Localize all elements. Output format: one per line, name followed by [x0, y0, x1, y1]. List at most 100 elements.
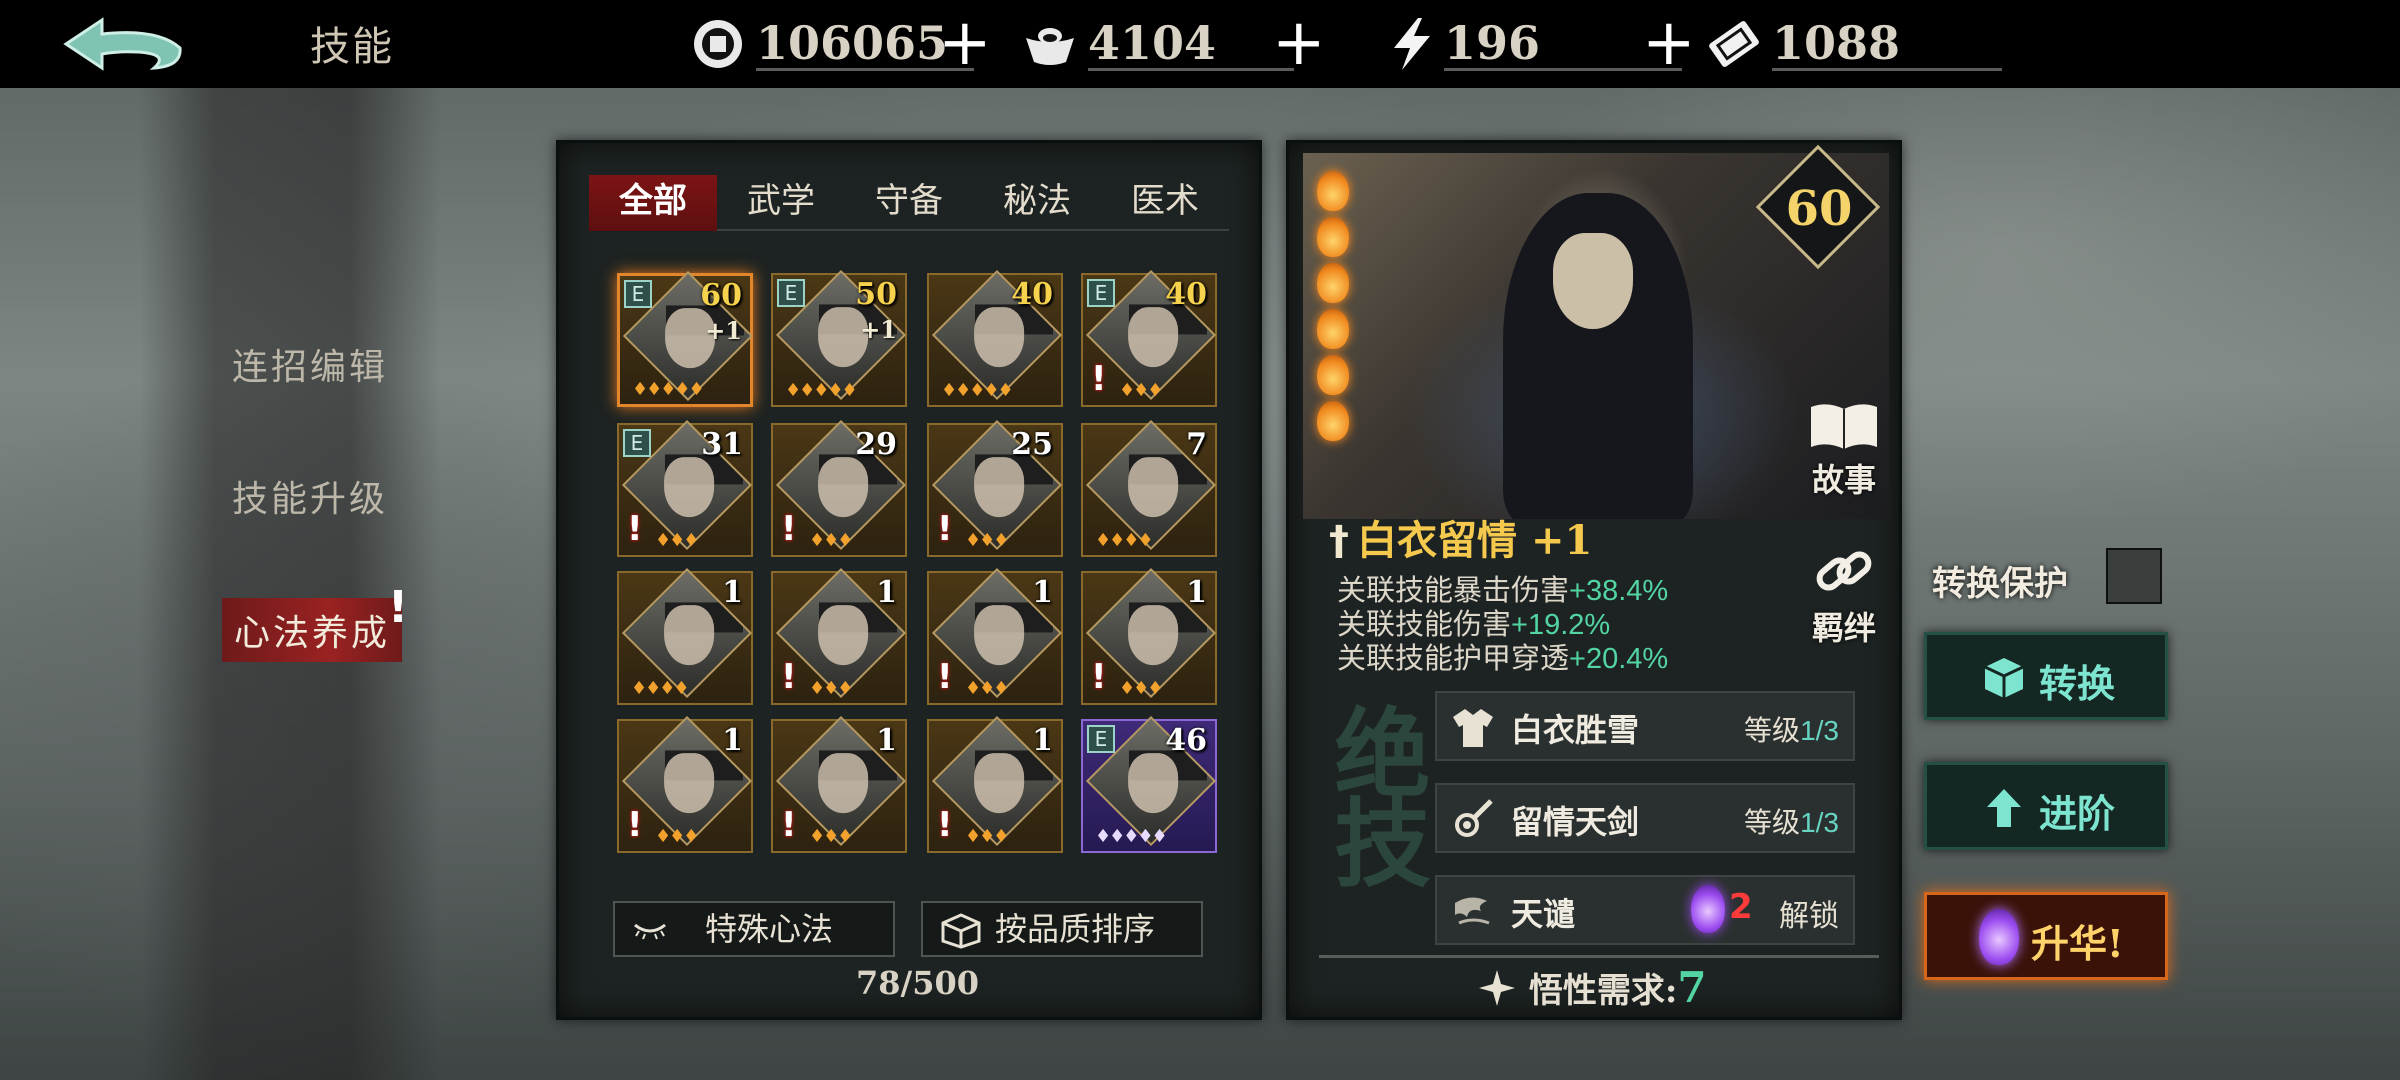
card-flames: ♦♦♦	[809, 826, 853, 847]
xinfa-card[interactable]: 60 +1 E ♦♦♦♦♦	[617, 270, 754, 407]
unlock-cost: 2	[1729, 887, 1753, 927]
tab-all[interactable]: 全部	[589, 175, 717, 231]
tab-martial[interactable]: 武学	[717, 175, 845, 231]
sub-skill-row[interactable]: 留情天剑 等级1/3	[1435, 783, 1855, 853]
convert-button[interactable]: 转换	[1924, 632, 2168, 720]
sub-skill-name: 白衣胜雪	[1511, 711, 1640, 749]
card-flames: ♦♦♦	[655, 530, 699, 551]
xinfa-list-panel: 全部 武学 守备 秘法 医术 60 +1 E ♦♦♦♦♦ 50 +1 E ♦♦♦♦♦ 40 ♦♦♦…	[556, 140, 1262, 1020]
flame-icon	[1317, 263, 1349, 303]
purple-gem-icon	[1691, 885, 1725, 933]
card-alert-icon: !	[1091, 657, 1107, 697]
sub-skill-level: 等级1/3	[1744, 715, 1839, 746]
sword-spin-icon	[1455, 799, 1493, 837]
card-flames: ♦♦♦♦♦	[632, 379, 705, 400]
nav-skill-upgrade[interactable]: 技能升级	[232, 470, 388, 522]
xinfa-card[interactable]: 7 ♦♦♦♦	[1081, 419, 1217, 557]
card-level: 40	[1165, 277, 1207, 312]
card-flames: ♦♦♦♦♦	[785, 380, 858, 401]
xinfa-card[interactable]: 1 ♦♦♦!	[771, 715, 907, 853]
card-flames: ♦♦♦	[965, 826, 1009, 847]
card-plus: +1	[705, 316, 742, 345]
xinfa-card[interactable]: 1 ♦♦♦♦	[617, 567, 753, 705]
tab-secret[interactable]: 秘法	[973, 175, 1101, 231]
card-level: 29	[855, 427, 897, 462]
flame-icon	[1317, 355, 1349, 395]
card-flames: ♦♦♦	[809, 678, 853, 699]
card-alert-icon: !	[937, 509, 953, 549]
up-arrow-icon	[1987, 789, 2021, 827]
ascend-button[interactable]: 升华!	[1924, 892, 2168, 980]
card-alert-icon: !	[1091, 359, 1107, 399]
closed-eye-icon	[634, 923, 666, 940]
xinfa-name: † 白衣留情 +1	[1329, 508, 1592, 566]
xinfa-card[interactable]: 1 ♦♦♦!	[927, 567, 1063, 705]
card-level: 60	[700, 278, 742, 313]
card-flames: ♦♦♦	[965, 530, 1009, 551]
lightning-icon	[1394, 18, 1430, 70]
ascend-label: 升华!	[2031, 921, 2124, 966]
nav-combo-edit[interactable]: 连招编辑	[232, 338, 388, 390]
card-level: 25	[1011, 427, 1053, 462]
convert-protect-label: 转换保护	[1932, 564, 2068, 604]
convert-protect-checkbox[interactable]	[2106, 548, 2162, 604]
card-level: 1	[722, 723, 743, 758]
wave-icon	[1455, 897, 1490, 925]
tab-medicine[interactable]: 医术	[1101, 175, 1229, 231]
sub-skill-name: 留情天剑	[1511, 803, 1640, 841]
sub-skill-row-locked[interactable]: 天谴 2 解锁	[1435, 875, 1855, 945]
card-alert-icon: !	[937, 805, 953, 845]
tab-defense[interactable]: 守备	[845, 175, 973, 231]
sort-by-quality-button[interactable]: 按品质排序	[921, 901, 1203, 957]
add-stamina-button[interactable]: +	[1642, 11, 1696, 75]
card-flames: ♦♦♦	[1119, 380, 1163, 401]
card-flames: ♦♦♦	[1119, 678, 1163, 699]
page-title: 技能	[310, 24, 394, 70]
sort-cube-icon	[941, 913, 981, 949]
card-flames: ♦♦♦	[965, 678, 1009, 699]
xinfa-card[interactable]: 40 ♦♦♦♦♦	[927, 269, 1063, 407]
bond-label: 羁绊	[1811, 609, 1876, 647]
equipped-badge: E	[623, 429, 651, 457]
chain-link-icon	[1816, 551, 1872, 591]
flame-icon	[1317, 309, 1349, 349]
xinfa-card[interactable]: 1 ♦♦♦!	[617, 715, 753, 853]
xinfa-card[interactable]: 29 ♦♦♦!	[771, 419, 907, 557]
ticket-icon	[1709, 21, 1759, 67]
sword-icon: †	[1329, 518, 1349, 564]
sub-skill-row[interactable]: 白衣胜雪 等级1/3	[1435, 691, 1855, 761]
story-button[interactable]: 故事	[1799, 401, 1889, 501]
xinfa-card[interactable]: 25 ♦♦♦!	[927, 419, 1063, 557]
divider	[1319, 955, 1879, 958]
bond-button[interactable]: 羁绊	[1799, 545, 1889, 649]
xinfa-card[interactable]: 46 E ♦♦♦♦♦	[1081, 715, 1217, 853]
robe-icon	[1453, 709, 1493, 747]
card-alert-icon: !	[627, 805, 643, 845]
xinfa-card[interactable]: 1 ♦♦♦!	[771, 567, 907, 705]
xinfa-card[interactable]: 1 ♦♦♦!	[927, 715, 1063, 853]
card-alert-icon: !	[781, 805, 797, 845]
special-xinfa-button[interactable]: 特殊心法	[613, 901, 895, 957]
nav-xinfa-cultivate[interactable]: 心法养成	[222, 598, 403, 662]
equipped-badge: E	[1087, 725, 1115, 753]
advance-button[interactable]: 进阶	[1924, 762, 2168, 850]
xinfa-card[interactable]: 50 +1 E ♦♦♦♦♦	[771, 269, 907, 407]
xinfa-card[interactable]: 31 E ♦♦♦!	[617, 419, 753, 557]
equipped-badge: E	[1087, 279, 1115, 307]
xinfa-name-plus: +1	[1530, 517, 1593, 564]
back-arrow-icon[interactable]	[58, 14, 188, 76]
card-level: 46	[1165, 723, 1207, 758]
stat-line: 关联技能护甲穿透+20.4%	[1337, 643, 1669, 675]
xinfa-card[interactable]: 1 ♦♦♦!	[1081, 567, 1217, 705]
jueji-watermark: 绝技	[1318, 703, 1431, 883]
silver-underline	[1088, 68, 1294, 71]
xinfa-card[interactable]: 40 E ♦♦♦!	[1081, 269, 1217, 407]
purple-gem-icon	[1979, 909, 2019, 965]
book-icon	[1811, 404, 1877, 449]
add-silver-button[interactable]: +	[1272, 11, 1326, 75]
sort-label: 按品质排序	[995, 910, 1156, 948]
add-coin-button[interactable]: +	[938, 11, 992, 75]
sub-skill-name: 天谴	[1511, 895, 1576, 933]
detail-level: 60	[1785, 181, 1853, 237]
equipped-badge: E	[777, 279, 805, 307]
